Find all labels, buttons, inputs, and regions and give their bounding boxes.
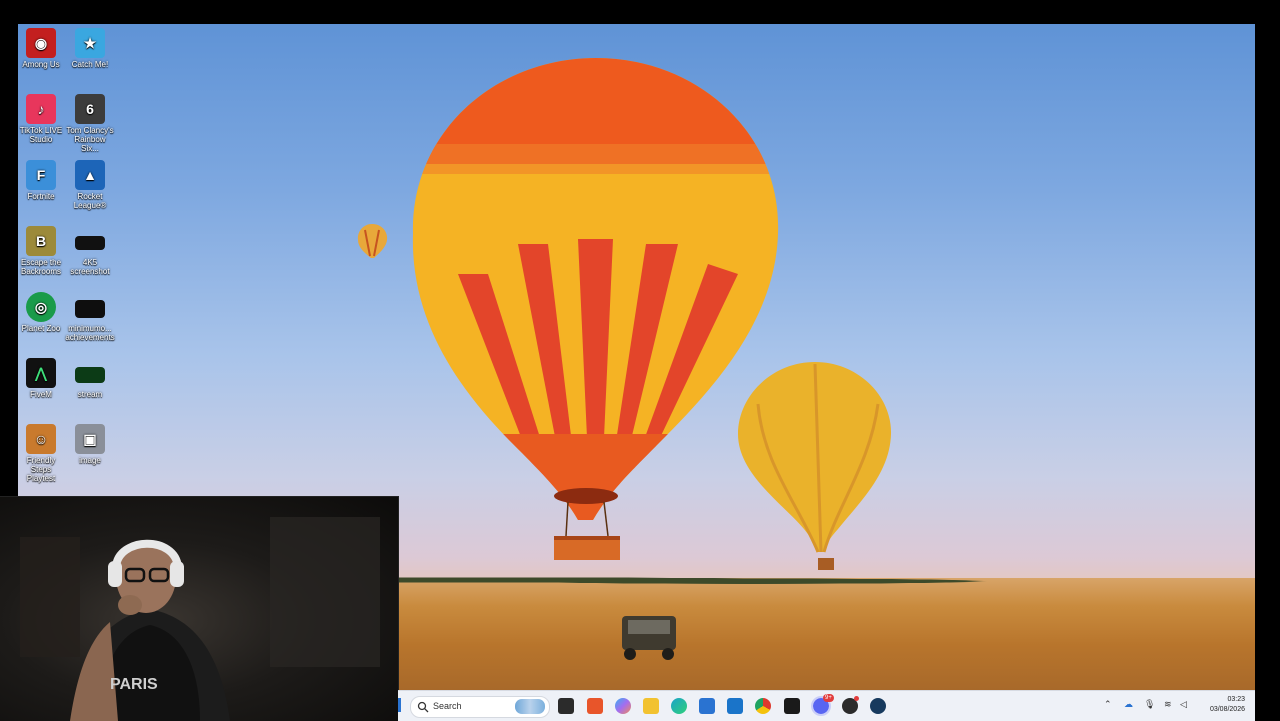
desktop-icon-label: Escape the Backrooms [20,258,62,276]
webcam-overlay: PARIS [0,496,399,721]
catch-me-icon: ★ [75,28,105,58]
desktop-icon-rainbow-six[interactable]: 6 Tom Clancy's Rainbow Six... [65,94,115,153]
chrome-icon[interactable] [755,698,771,714]
desktop-icon-friendly-steps[interactable]: ☺ Friendly Steps Playtest [16,424,66,483]
escape-backrooms-icon: B [26,226,56,256]
fivem-icon: ⋀ [26,358,56,388]
safari-vehicle [622,616,676,660]
system-clock[interactable]: 03:23 03/08/2026 [1210,695,1245,715]
desktop-icon-label: FiveM [30,390,52,399]
achievements-file-icon [75,300,105,318]
desktop-icon-fortnite[interactable]: F Fortnite [16,160,66,201]
desktop-icon-stream[interactable]: stream [65,358,115,399]
clock-date: 03/08/2026 [1209,706,1245,713]
desktop-icon-label: Tom Clancy's Rainbow Six... [66,126,114,153]
desktop-icon-tiktok-live[interactable]: ♪ TikTok LIVE Studio [16,94,66,144]
desktop-icon-planet-zoo[interactable]: ◎ Planet Zoo [16,292,66,333]
desktop-icon-label: image [79,456,101,465]
fivem-taskbar-icon[interactable] [784,698,800,714]
chevron-up-icon[interactable]: ⌃ [1104,699,1112,710]
outlook-icon[interactable] [727,698,743,714]
edge-icon[interactable] [671,698,687,714]
store-icon[interactable] [699,698,715,714]
copilot-icon[interactable] [615,698,631,714]
image-file-icon: ▣ [75,424,105,454]
stream-file-icon [75,367,105,383]
task-view-icon[interactable] [558,698,574,714]
medium-balloon [738,362,892,570]
desktop-icon-image[interactable]: ▣ image [65,424,115,465]
desktop-icon-label: minimumo... achievements [65,324,115,342]
desktop-icon-catch-me[interactable]: ★ Catch Me! [65,28,115,69]
tiktok-live-icon: ♪ [26,94,56,124]
steam-icon[interactable] [870,698,886,714]
desktop-icon-label: Rocket League® [73,192,107,210]
desktop-icon-label: 4K5 screenshot [70,258,110,276]
discord-notification-badge: 9+ [823,694,834,702]
desktop-icon-screenshot[interactable]: 4K5 screenshot [65,226,115,276]
brave-icon[interactable] [587,698,603,714]
rocket-league-icon: ▲ [75,160,105,190]
large-balloon [412,58,779,560]
microphone-icon[interactable]: 🎙 [1144,699,1155,710]
taskbar-search-box[interactable]: Search [410,696,550,718]
desktop-icon-achievements[interactable]: minimumo... achievements [65,292,115,342]
desktop-icon-label: stream [77,390,103,399]
among-us-icon: ◉ [26,28,56,58]
file-explorer-icon[interactable] [643,698,659,714]
planet-zoo-icon: ◎ [26,292,56,322]
clock-time: 03:23 [1227,696,1245,703]
speaker-icon[interactable]: ◁ [1180,699,1187,710]
webcam-person: PARIS [20,517,380,721]
desktop-icon-escape-backrooms[interactable]: B Escape the Backrooms [16,226,66,276]
recording-indicator [854,696,859,701]
friendly-steps-icon: ☺ [26,424,56,454]
desktop-icon-rocket-league[interactable]: ▲ Rocket League® [65,160,115,210]
desktop-icon-label: TikTok LIVE Studio [19,126,63,144]
desktop-icon-label: Fortnite [27,192,55,201]
taskbar: Search 9+ ⌃ ☁ 🎙 ≋ ◁ 03:23 03/08/2026 [398,690,1255,721]
wifi-icon[interactable]: ≋ [1164,699,1172,710]
cloud-icon[interactable]: ☁ [1124,699,1133,710]
start-button-edge[interactable] [398,698,401,712]
desktop-icon-label: Friendly Steps Playtest [26,456,56,483]
search-highlight-art [515,699,545,714]
search-icon [417,701,429,713]
desktop-icon-label: Planet Zoo [21,324,61,333]
desktop-icon-label: Among Us [22,60,60,69]
desktop-icon-label: Catch Me! [71,60,109,69]
svg-text:PARIS: PARIS [110,676,158,693]
fortnite-icon: F [26,160,56,190]
screenshot-file-icon [75,236,105,250]
desktop-icon-among-us[interactable]: ◉ Among Us [16,28,66,69]
small-balloon [357,224,388,258]
rainbow-six-icon: 6 [75,94,105,124]
desktop-icon-fivem[interactable]: ⋀ FiveM [16,358,66,399]
search-placeholder: Search [433,701,462,711]
